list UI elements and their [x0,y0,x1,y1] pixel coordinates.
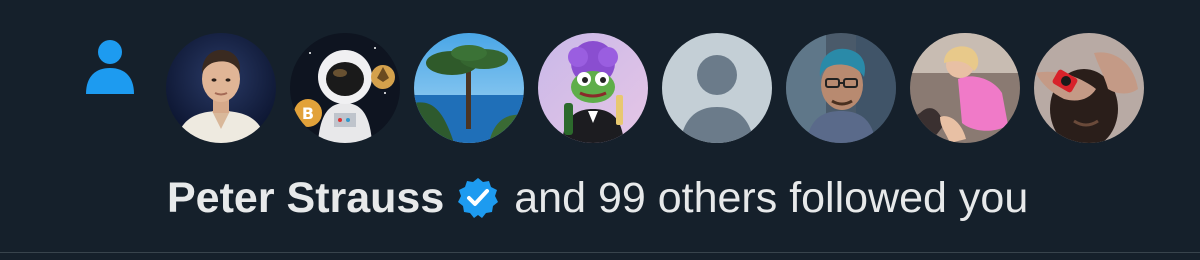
avatar-pink-dress[interactable] [910,33,1020,143]
avatar-coastal-tree[interactable] [414,33,524,143]
avatar-astronaut-crypto[interactable]: B [290,33,400,143]
notification-rest-text: and 99 others followed you [514,174,1029,222]
avatar-man-portrait[interactable] [166,33,276,143]
follow-notification[interactable]: B Peter Strauss and 99 others followed y… [0,0,1200,252]
avatar-red-watch[interactable] [1034,33,1144,143]
svg-text:B: B [302,104,314,123]
notification-text: Peter Strauss and 99 others followed you [167,170,1028,226]
avatar-pepe-frog[interactable] [538,33,648,143]
avatar-man-glasses[interactable] [786,33,896,143]
avatar-default[interactable] [662,33,772,143]
person-icon [82,36,138,96]
divider [0,252,1200,253]
actor-name-link[interactable]: Peter Strauss [167,170,444,226]
avatar-row: B [166,33,1144,143]
verified-badge-icon [456,176,500,220]
